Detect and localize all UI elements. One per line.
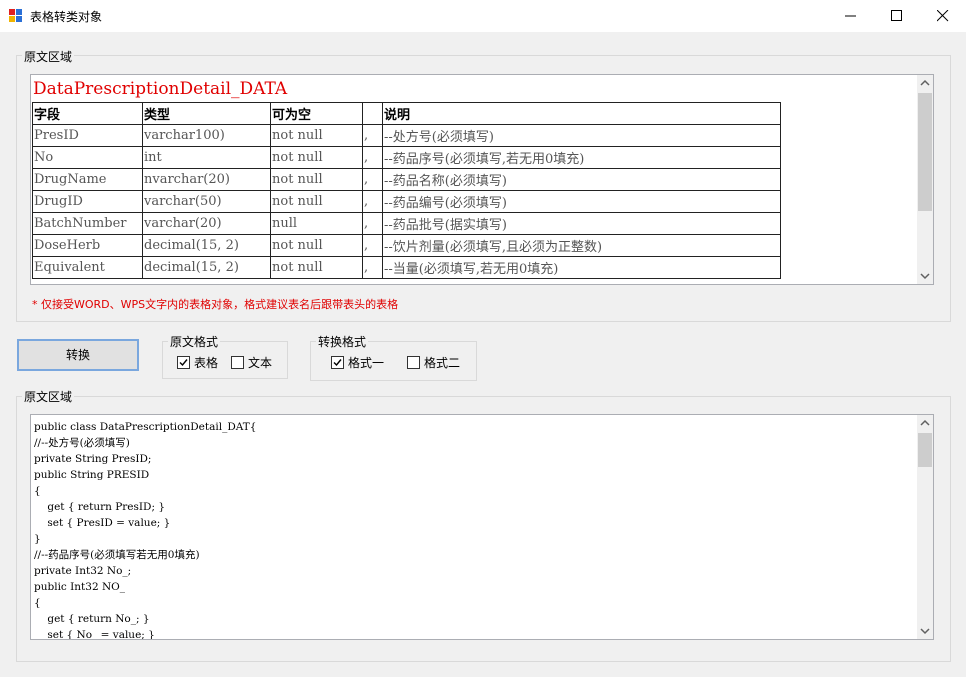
table-row: PresID varchar100) not null, --处方号(必须填写) [32, 124, 781, 147]
table-cell: Equivalent [32, 256, 143, 279]
table-cell: not null [270, 190, 363, 213]
table-cell: decimal(15, 2) [142, 234, 271, 257]
table-row: BatchNumber varchar(20) null, --药品批号(据实填写) [32, 212, 781, 235]
source-scrollbar[interactable] [917, 75, 933, 284]
app-table-icon [9, 9, 22, 22]
table-cell: not null [270, 256, 363, 279]
table-cell: --饮片剂量(必须填写,且必须为正整数) [382, 234, 781, 257]
table-cell: , [362, 234, 383, 257]
scroll-up-icon[interactable] [920, 419, 930, 427]
source-richtext[interactable]: DataPrescriptionDetail_DATA 字段 类型 可为空 说明 Pr… [30, 74, 934, 285]
document-title: DataPrescriptionDetail_DATA [33, 79, 288, 99]
table-cell: varchar(20) [142, 212, 271, 235]
table-checkbox-label: 表格 [194, 356, 219, 370]
check-icon [179, 359, 188, 367]
table-cell: not null [270, 234, 363, 257]
table-header-cell: 可为空 [270, 102, 363, 125]
scroll-down-icon[interactable] [920, 272, 930, 280]
table-row: DrugID varchar(50) not null, --药品编号(必须填写) [32, 190, 781, 213]
minimize-button[interactable] [828, 0, 874, 32]
table-header-cell: 类型 [142, 102, 271, 125]
maximize-icon [891, 10, 902, 21]
format1-checkbox-label: 格式一 [348, 356, 385, 370]
format2-checkbox-label: 格式二 [424, 356, 461, 370]
table-cell: nvarchar(20) [142, 168, 271, 191]
table-cell: not null [270, 124, 363, 147]
source-table: 字段 类型 可为空 说明 PresID varchar100) not null, --处方… [32, 102, 781, 279]
table-cell: decimal(15, 2) [142, 256, 271, 279]
table-cell: null [270, 212, 363, 235]
table-cell: --处方号(必须填写) [382, 124, 781, 147]
table-cell: int [142, 146, 271, 169]
checkbox-box [231, 356, 244, 369]
checkbox-box [177, 356, 190, 369]
table-cell: --药品批号(据实填写) [382, 212, 781, 235]
table-header-cell: 说明 [382, 102, 781, 125]
source-scroll-thumb[interactable] [918, 93, 932, 211]
scroll-up-icon[interactable] [920, 79, 930, 87]
table-cell: , [362, 146, 383, 169]
table-cell: DrugName [32, 168, 143, 191]
close-button[interactable] [920, 0, 966, 32]
table-cell: , [362, 124, 383, 147]
output-code: public class DataPrescriptionDetail_DAT{… [34, 421, 257, 640]
source-group-label: 原文区域 [22, 48, 75, 65]
table-cell: --当量(必须填写,若无用0填充) [382, 256, 781, 279]
table-cell: , [362, 190, 383, 213]
convert-button[interactable]: 转换 [17, 339, 139, 371]
table-cell: , [362, 168, 383, 191]
table-cell: --药品序号(必须填写,若无用0填充) [382, 146, 781, 169]
table-cell: DrugID [32, 190, 143, 213]
output-textbox[interactable]: public class DataPrescriptionDetail_DAT{… [30, 414, 934, 640]
table-cell: , [362, 256, 383, 279]
close-icon [937, 10, 949, 22]
check-icon [333, 359, 342, 367]
hint-note: * 仅接受WORD、WPS文字内的表格对象，格式建议表名后跟带表头的表格 [32, 298, 399, 311]
table-checkbox[interactable]: 表格 [177, 354, 218, 371]
maximize-button[interactable] [874, 0, 920, 32]
source-table-header: 字段 类型 可为空 说明 [32, 102, 781, 125]
table-cell: --药品名称(必须填写) [382, 168, 781, 191]
checkbox-box [331, 356, 344, 369]
table-header-cell [362, 102, 383, 125]
table-cell: not null [270, 146, 363, 169]
scroll-down-icon[interactable] [920, 627, 930, 635]
table-cell: varchar(50) [142, 190, 271, 213]
minimize-icon [845, 15, 856, 17]
checkbox-box [407, 356, 420, 369]
format1-checkbox[interactable]: 格式一 [331, 354, 384, 371]
table-row: DrugName nvarchar(20) not null, --药品名称(必须填写… [32, 168, 781, 191]
table-cell: No [32, 146, 143, 169]
table-row: Equivalent decimal(15, 2) not null, --当量(必须… [32, 256, 781, 279]
source-format-label: 原文格式 [168, 333, 221, 350]
format2-checkbox[interactable]: 格式二 [407, 354, 460, 371]
text-checkbox-label: 文本 [248, 356, 273, 370]
table-row: No int not null, --药品序号(必须填写,若无用0填充) [32, 146, 781, 169]
table-row: DoseHerb decimal(15, 2) not null, --饮片剂量(必须… [32, 234, 781, 257]
title-bar: 表格转类对象 [0, 0, 966, 32]
window-title: 表格转类对象 [30, 10, 103, 24]
text-checkbox[interactable]: 文本 [231, 354, 272, 371]
output-scrollbar[interactable] [917, 415, 933, 639]
table-cell: DoseHerb [32, 234, 143, 257]
output-group-label: 原文区域 [22, 388, 75, 405]
table-cell: not null [270, 168, 363, 191]
table-cell: PresID [32, 124, 143, 147]
table-header-cell: 字段 [32, 102, 143, 125]
output-scroll-thumb[interactable] [918, 433, 932, 467]
table-cell: BatchNumber [32, 212, 143, 235]
table-cell: , [362, 212, 383, 235]
table-cell: --药品编号(必须填写) [382, 190, 781, 213]
table-cell: varchar100) [142, 124, 271, 147]
target-format-label: 转换格式 [316, 333, 369, 350]
